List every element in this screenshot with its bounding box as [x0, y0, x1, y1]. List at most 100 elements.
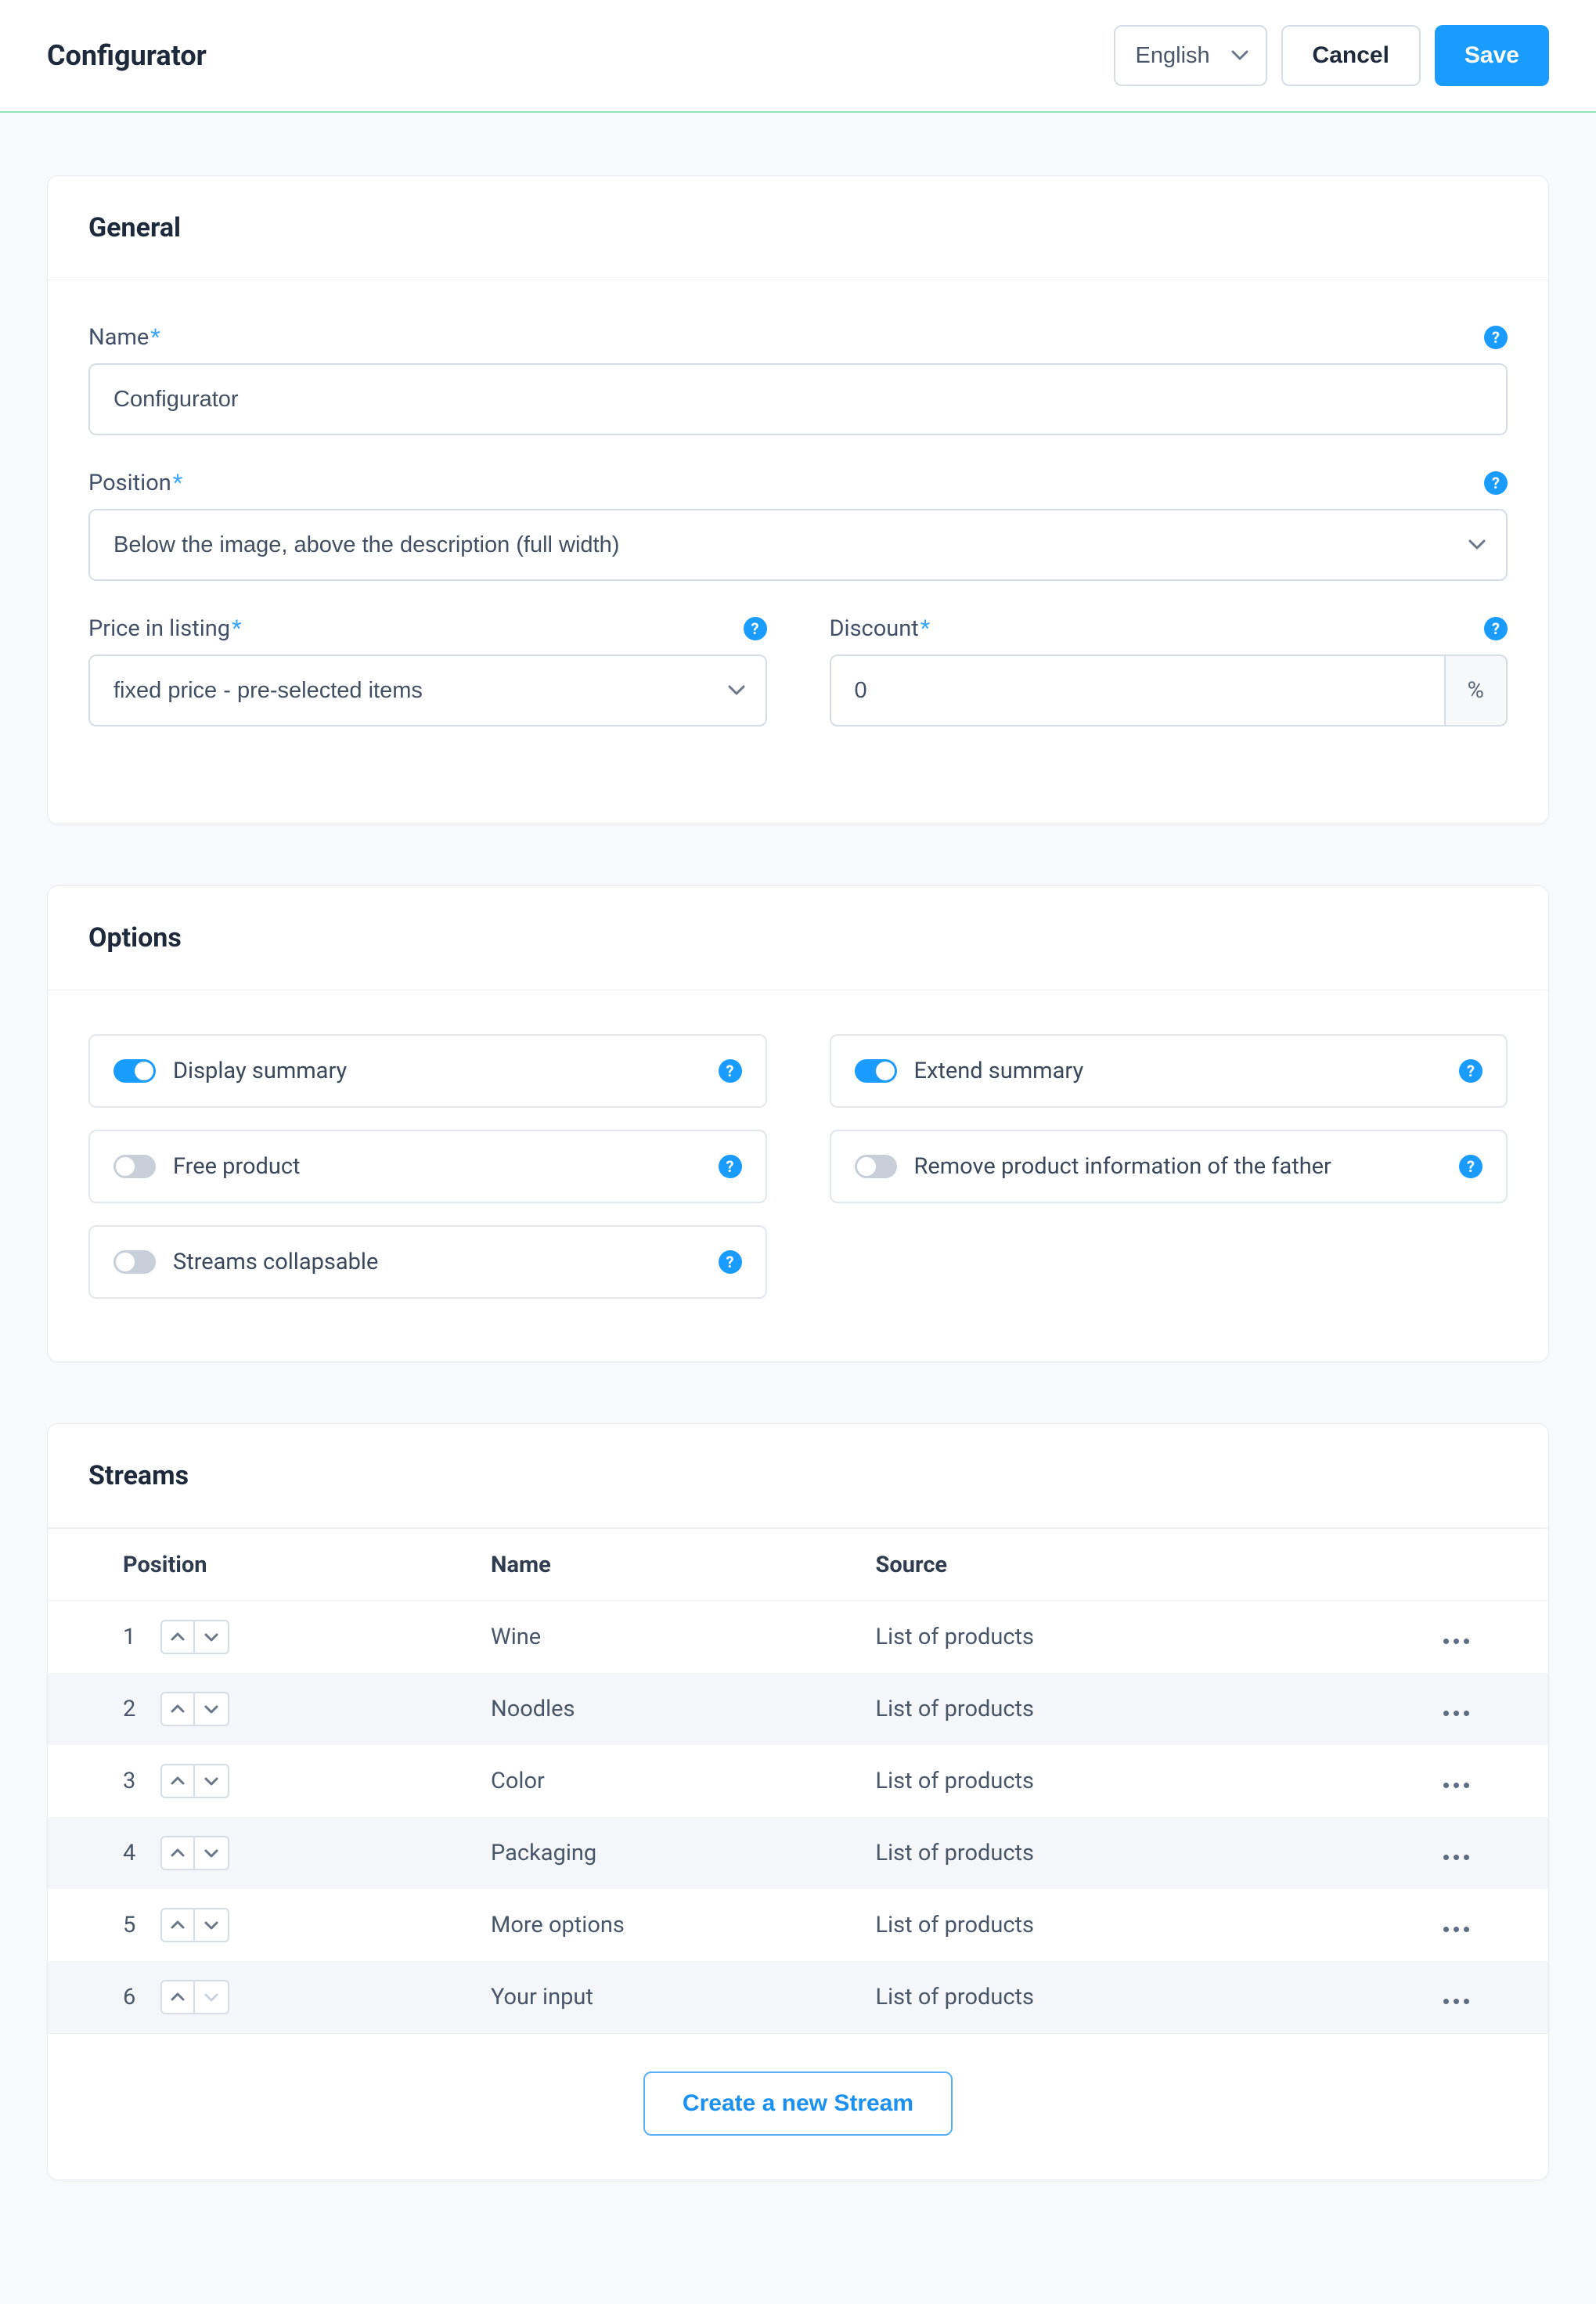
- col-name: Name: [463, 1529, 848, 1601]
- name-input[interactable]: [88, 363, 1508, 435]
- position-number: 3: [123, 1768, 137, 1794]
- general-card: General Name* ? Position* ?: [47, 175, 1549, 824]
- help-icon[interactable]: ?: [1459, 1155, 1483, 1178]
- stream-source: List of products: [848, 1673, 1283, 1745]
- position-number: 2: [123, 1696, 137, 1722]
- option-toggle[interactable]: [113, 1155, 156, 1178]
- position-label: Position: [88, 470, 171, 496]
- option-toggle[interactable]: [113, 1059, 156, 1083]
- streams-table: Position Name Source 1WineList of produc…: [48, 1528, 1548, 2033]
- option-box: Display summary?: [88, 1034, 767, 1108]
- streams-title: Streams: [48, 1424, 1548, 1528]
- option-toggle[interactable]: [113, 1250, 156, 1274]
- help-icon[interactable]: ?: [1484, 617, 1508, 640]
- help-icon[interactable]: ?: [1484, 326, 1508, 349]
- stream-name: Packaging: [463, 1817, 848, 1889]
- required-asterisk: *: [173, 470, 183, 496]
- move-down-button[interactable]: [195, 1764, 229, 1798]
- table-row: 4 PackagingList of products: [48, 1817, 1548, 1889]
- stream-name: More options: [463, 1889, 848, 1961]
- stream-name: Wine: [463, 1601, 848, 1674]
- stream-source: List of products: [848, 1817, 1283, 1889]
- language-select[interactable]: English: [1114, 25, 1267, 86]
- option-label: Streams collapsable: [173, 1249, 701, 1275]
- table-row: 5 More optionsList of products: [48, 1889, 1548, 1961]
- option-box: Free product?: [88, 1130, 767, 1203]
- option-label: Free product: [173, 1153, 701, 1180]
- more-actions-icon[interactable]: [1443, 1855, 1469, 1860]
- cancel-button[interactable]: Cancel: [1281, 25, 1421, 86]
- move-up-button[interactable]: [160, 1692, 195, 1726]
- help-icon[interactable]: ?: [719, 1250, 742, 1274]
- help-icon[interactable]: ?: [719, 1059, 742, 1083]
- discount-input[interactable]: [830, 654, 1446, 727]
- page-title: Configurator: [47, 39, 207, 72]
- header-actions: English Cancel Save: [1114, 25, 1549, 86]
- options-title: Options: [48, 886, 1548, 990]
- name-field: Name* ?: [88, 324, 1508, 435]
- position-number: 4: [123, 1840, 137, 1866]
- required-asterisk: *: [920, 615, 931, 642]
- move-down-button[interactable]: [195, 1908, 229, 1942]
- help-icon[interactable]: ?: [744, 617, 767, 640]
- col-actions: [1415, 1529, 1548, 1601]
- move-up-button[interactable]: [160, 1836, 195, 1870]
- stream-source: List of products: [848, 1745, 1283, 1817]
- position-number: 5: [123, 1912, 137, 1938]
- name-label: Name: [88, 324, 149, 351]
- table-row: 2 NoodlesList of products: [48, 1673, 1548, 1745]
- price-field: Price in listing* ? fixed price - pre-se…: [88, 615, 767, 727]
- discount-field: Discount* ? %: [830, 615, 1508, 761]
- option-box: Remove product information of the father…: [830, 1130, 1508, 1203]
- page-header: Configurator English Cancel Save: [0, 0, 1596, 113]
- col-position: Position: [48, 1529, 463, 1601]
- create-stream-button[interactable]: Create a new Stream: [643, 2071, 953, 2136]
- move-down-button[interactable]: [195, 1836, 229, 1870]
- price-label: Price in listing: [88, 615, 230, 642]
- position-number: 1: [123, 1624, 137, 1650]
- option-label: Extend summary: [914, 1058, 1443, 1084]
- options-card: Options Display summary?Extend summary?F…: [47, 885, 1549, 1362]
- help-icon[interactable]: ?: [719, 1155, 742, 1178]
- option-toggle[interactable]: [855, 1155, 897, 1178]
- help-icon[interactable]: ?: [1484, 471, 1508, 495]
- option-label: Remove product information of the father: [914, 1153, 1443, 1180]
- required-asterisk: *: [150, 324, 160, 351]
- table-row: 3ColorList of products: [48, 1745, 1548, 1817]
- more-actions-icon[interactable]: [1443, 1999, 1469, 2004]
- col-empty: [1282, 1529, 1415, 1601]
- move-down-button[interactable]: [195, 1692, 229, 1726]
- more-actions-icon[interactable]: [1443, 1639, 1469, 1644]
- move-up-button[interactable]: [160, 1620, 195, 1654]
- discount-label: Discount: [830, 615, 919, 642]
- stream-name: Your input: [463, 1961, 848, 2033]
- move-down-button[interactable]: [195, 1620, 229, 1654]
- stream-source: List of products: [848, 1961, 1283, 2033]
- stream-source: List of products: [848, 1889, 1283, 1961]
- move-up-button[interactable]: [160, 1764, 195, 1798]
- save-button[interactable]: Save: [1435, 25, 1549, 86]
- stream-source: List of products: [848, 1601, 1283, 1674]
- price-select[interactable]: fixed price - pre-selected items: [88, 654, 767, 727]
- table-row: 6 Your inputList of products: [48, 1961, 1548, 2033]
- help-icon[interactable]: ?: [1459, 1059, 1483, 1083]
- table-row: 1 WineList of products: [48, 1601, 1548, 1674]
- option-box: Extend summary?: [830, 1034, 1508, 1108]
- move-up-button[interactable]: [160, 1908, 195, 1942]
- option-label: Display summary: [173, 1058, 701, 1084]
- move-down-button: [195, 1980, 229, 2014]
- more-actions-icon[interactable]: [1443, 1711, 1469, 1716]
- language-select-wrap: English: [1114, 25, 1267, 86]
- more-actions-icon[interactable]: [1443, 1927, 1469, 1932]
- position-number: 6: [123, 1984, 137, 2010]
- stream-name: Noodles: [463, 1673, 848, 1745]
- col-source: Source: [848, 1529, 1283, 1601]
- streams-card: Streams Position Name Source 1WineList o…: [47, 1423, 1549, 2180]
- option-box: Streams collapsable?: [88, 1225, 767, 1299]
- discount-unit: %: [1446, 654, 1508, 727]
- more-actions-icon[interactable]: [1443, 1783, 1469, 1788]
- option-toggle[interactable]: [855, 1059, 897, 1083]
- position-field: Position* ? Below the image, above the d…: [88, 470, 1508, 581]
- move-up-button[interactable]: [160, 1980, 195, 2014]
- position-select[interactable]: Below the image, above the description (…: [88, 509, 1508, 581]
